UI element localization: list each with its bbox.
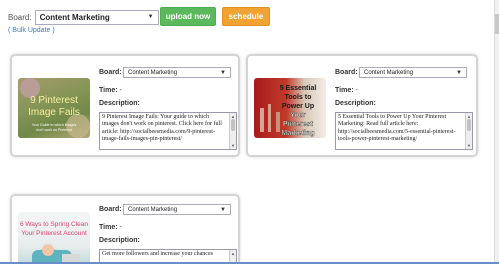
chevron-down-icon: ▼ (147, 14, 154, 20)
pin-thumbnail: 6 Ways to Spring Clean Your Pinterest Ac… (18, 212, 90, 264)
card-time-label: Time: - (335, 87, 358, 94)
time-value: - (119, 224, 122, 231)
bulk-update-link[interactable]: ( Bulk Update ) (8, 27, 55, 34)
board-select-value: Content Marketing (39, 12, 110, 22)
card-board-label: Board: (99, 206, 122, 213)
pin-image-title-line3: Power Up (282, 103, 314, 110)
pin-thumbnail: 5 Essential Tools to Power Up Your Pinte… (254, 78, 326, 138)
pin-card: 6 Ways to Spring Clean Your Pinterest Ac… (10, 194, 240, 264)
board-label: Board: (8, 12, 32, 22)
pin-image: 9 Pinterest Image Fails Your Guide to wh… (18, 78, 90, 138)
scroll-down-icon[interactable]: ▼ (230, 142, 236, 149)
card-board-value: Content Marketing (128, 69, 178, 76)
pin-card: 9 Pinterest Image Fails Your Guide to wh… (10, 54, 240, 157)
card-description-label: Description: (99, 100, 140, 107)
card-board-label: Board: (335, 69, 358, 76)
upload-now-button[interactable]: upload now (160, 7, 216, 26)
pin-image-title-line1: 6 Ways to Spring Clean (20, 221, 88, 228)
pin-image: 5 Essential Tools to Power Up Your Pinte… (260, 85, 317, 137)
card-board-select[interactable]: Content Marketing ▼ (359, 67, 467, 78)
time-value: - (119, 87, 122, 94)
chevron-down-icon: ▼ (220, 206, 226, 213)
description-text: Get more followers and increase your cha… (102, 251, 213, 257)
pin-image-title-line2: Your Pinterest Account (21, 230, 87, 237)
scroll-thumb[interactable] (231, 119, 235, 131)
page-scroll-thumb[interactable] (495, 14, 499, 34)
pin-image: 6 Ways to Spring Clean Your Pinterest Ac… (20, 221, 88, 264)
pin-image-title-line2: Tools to (285, 94, 312, 101)
card-description-label: Description: (99, 237, 140, 244)
time-label-text: Time: (99, 87, 118, 94)
time-label-text: Time: (99, 224, 118, 231)
card-board-value: Content Marketing (364, 69, 414, 76)
card-board-value: Content Marketing (128, 206, 178, 213)
description-text: 5 Essential Tools to Power Up Your Pinte… (338, 114, 456, 142)
board-selector-row: Board: Content Marketing ▼ (8, 8, 159, 26)
chevron-down-icon: ▼ (456, 69, 462, 76)
card-board-label: Board: (99, 69, 122, 76)
pin-image-title-line4: Your (290, 112, 306, 119)
pin-image-subtitle-line2: don't work on Pinterest (36, 128, 72, 132)
pin-image-title-line1: 9 Pinterest (30, 95, 78, 106)
description-textarea[interactable]: 5 Essential Tools to Power Up Your Pinte… (335, 112, 473, 150)
page-scrollbar[interactable] (494, 0, 499, 264)
pin-card: 5 Essential Tools to Power Up Your Pinte… (246, 54, 478, 157)
pin-image-title-line6: Marketing (281, 130, 314, 137)
pin-image-title-line5: Pinterest (283, 121, 314, 128)
card-board-select[interactable]: Content Marketing ▼ (123, 204, 231, 215)
chevron-down-icon: ▼ (220, 69, 226, 76)
textarea-scrollbar[interactable]: ▲▼ (229, 113, 236, 149)
description-textarea[interactable]: 9 Pinterest Image Fails: Your guide to w… (99, 112, 237, 150)
card-board-select[interactable]: Content Marketing ▼ (123, 67, 231, 78)
description-text: 9 Pinterest Image Fails: Your guide to w… (102, 114, 222, 142)
schedule-button[interactable]: schedule (222, 7, 270, 26)
card-time-label: Time: - (99, 224, 122, 231)
scroll-thumb[interactable] (467, 119, 471, 131)
pin-image-subtitle-line1: Your Guide to which images (32, 123, 77, 127)
card-time-label: Time: - (99, 87, 122, 94)
card-description-label: Description: (335, 100, 376, 107)
pin-image-title-line1: 5 Essential (280, 85, 317, 92)
pin-thumbnail: 9 Pinterest Image Fails Your Guide to wh… (18, 78, 90, 138)
scroll-down-icon[interactable]: ▼ (466, 142, 472, 149)
board-select[interactable]: Content Marketing ▼ (34, 9, 159, 25)
time-value: - (355, 87, 358, 94)
textarea-scrollbar[interactable]: ▲▼ (465, 113, 472, 149)
time-label-text: Time: (335, 87, 354, 94)
pin-image-title-line2: Image Fails (28, 107, 80, 118)
scroll-up-icon[interactable]: ▲ (230, 250, 236, 257)
